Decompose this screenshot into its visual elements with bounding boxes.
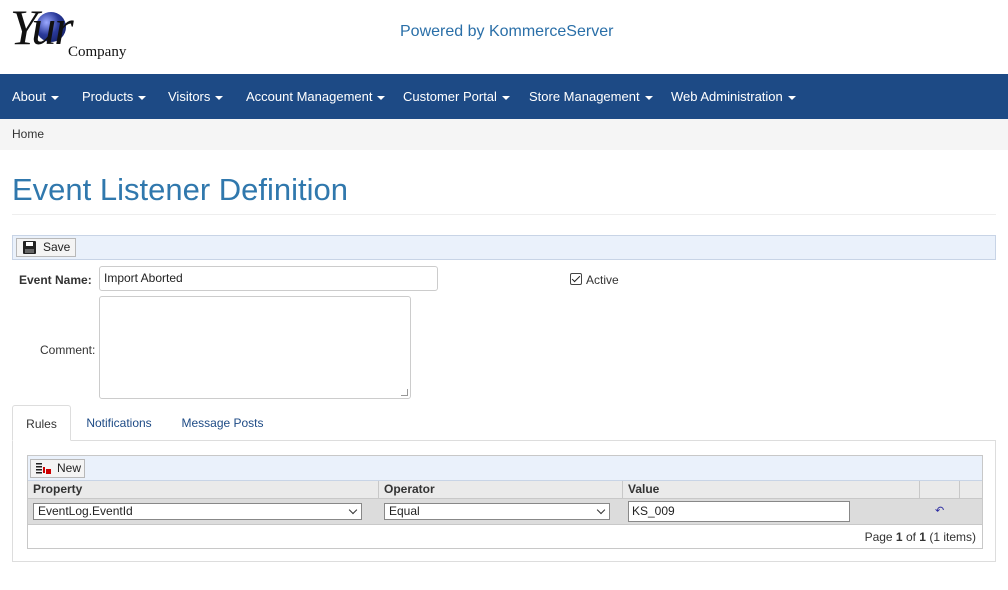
caret-down-icon (501, 95, 510, 100)
column-header-property[interactable]: Property (28, 481, 379, 499)
operator-select[interactable]: Equal (384, 503, 610, 520)
form-toolbar: Save (12, 235, 996, 260)
site-header: Yur Company Powered by KommerceServer (0, 0, 1008, 74)
rules-tab-panel: New Property Operator Value EventLog.Eve… (12, 440, 996, 562)
tab-message-posts[interactable]: Message Posts (170, 405, 275, 441)
new-rule-label: New (57, 461, 82, 475)
active-label: Active (586, 273, 619, 287)
breadcrumb: Home (0, 119, 1008, 150)
pager-total-pages: 1 (919, 530, 926, 544)
active-checkbox[interactable] (570, 273, 582, 285)
nav-item-account-management[interactable]: Account Management (246, 74, 386, 119)
tab-rules[interactable]: Rules (12, 405, 71, 441)
logo-word: Yur (10, 0, 74, 55)
nav-label: Products (82, 89, 134, 104)
pager-of: of (902, 530, 920, 544)
operator-select-value: Equal (389, 504, 420, 518)
caret-down-icon (50, 95, 59, 100)
caret-down-icon (787, 95, 796, 100)
nav-label: Store Management (529, 89, 640, 104)
nav-item-customer-portal[interactable]: Customer Portal (403, 74, 510, 119)
nav-item-store-management[interactable]: Store Management (529, 74, 653, 119)
column-header-value[interactable]: Value (623, 481, 920, 499)
event-name-input[interactable]: Import Aborted (99, 266, 438, 291)
logo-company-text: Company (68, 44, 127, 60)
caret-down-icon (377, 95, 386, 100)
column-header-extra (960, 481, 982, 499)
nav-label: Visitors (168, 89, 211, 104)
nav-item-visitors[interactable]: Visitors (168, 74, 224, 119)
title-divider (12, 214, 996, 215)
rules-grid: New Property Operator Value EventLog.Eve… (27, 455, 983, 549)
property-select-value: EventLog.EventId (38, 504, 133, 518)
event-name-label: Event Name: (19, 273, 92, 287)
caret-down-icon (215, 95, 224, 100)
resize-grip-icon[interactable] (401, 389, 408, 396)
undo-icon[interactable]: ↶ (935, 506, 944, 517)
new-rule-icon (36, 463, 51, 474)
breadcrumb-home[interactable]: Home (12, 127, 44, 141)
property-select[interactable]: EventLog.EventId (33, 503, 362, 520)
nav-label: Web Administration (671, 89, 783, 104)
company-logo[interactable]: Yur Company (10, 2, 145, 64)
pager-item-count: (1 items) (925, 530, 976, 544)
comment-textarea[interactable] (99, 296, 411, 399)
save-button-label: Save (43, 240, 71, 254)
caret-down-icon (644, 95, 653, 100)
nav-item-web-administration[interactable]: Web Administration (671, 74, 796, 119)
nav-label: About (12, 89, 46, 104)
new-rule-button[interactable]: New (30, 459, 85, 478)
value-input[interactable]: KS_009 (628, 501, 850, 522)
nav-label: Customer Portal (403, 89, 497, 104)
table-row: EventLog.EventId Equal KS_009 ↶ (28, 499, 982, 525)
nav-item-products[interactable]: Products (82, 74, 147, 119)
tab-notifications[interactable]: Notifications (76, 405, 162, 441)
pager-prefix: Page (864, 530, 896, 544)
grid-toolbar: New (28, 456, 982, 481)
save-button[interactable]: Save (16, 238, 76, 257)
grid-header: Property Operator Value (28, 481, 982, 499)
nav-item-about[interactable]: About (12, 74, 59, 119)
powered-by-text: Powered by KommerceServer (400, 23, 614, 40)
grid-pager: Page 1 of 1 (1 items) (865, 530, 976, 544)
main-navbar: About Products Visitors Account Manageme… (0, 74, 1008, 119)
caret-down-icon (138, 95, 147, 100)
column-header-action (920, 481, 960, 499)
page-title: Event Listener Definition (12, 172, 349, 207)
floppy-disk-icon (23, 241, 36, 254)
chevron-down-icon (596, 505, 606, 515)
chevron-down-icon (348, 505, 358, 515)
comment-label: Comment: (40, 343, 96, 357)
pager-current-page: 1 (895, 530, 903, 544)
column-header-operator[interactable]: Operator (379, 481, 623, 499)
nav-label: Account Management (246, 89, 373, 104)
